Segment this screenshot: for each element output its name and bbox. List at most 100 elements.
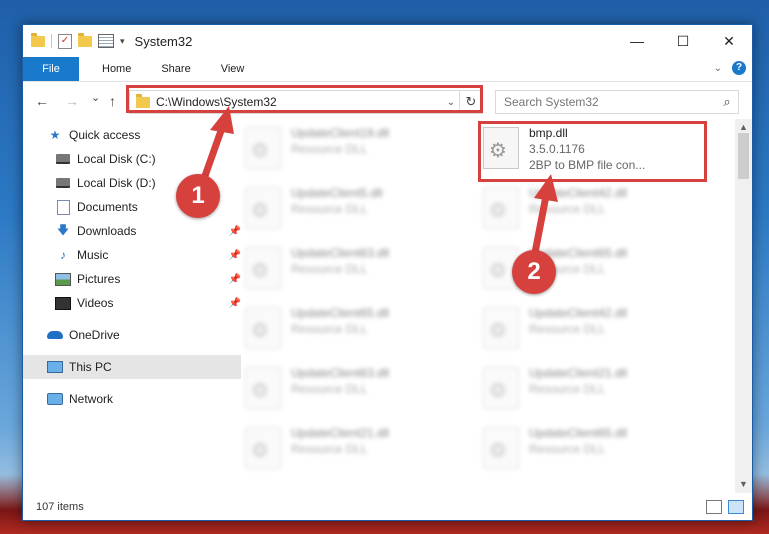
onedrive-icon (47, 328, 63, 342)
music-icon: ♪ (60, 248, 66, 262)
new-folder-icon[interactable] (78, 32, 92, 47)
sidebar-item-local-disk-c[interactable]: Local Disk (C:) (23, 147, 249, 171)
file-type: Resource DLL (291, 262, 368, 276)
file-tile[interactable]: UpdateClient19.dll Resource DLL (245, 125, 465, 179)
file-type: Resource DLL (529, 382, 606, 396)
file-explorer-window: ✓ ▾ System32 — ☐ ✕ File Home Share View … (22, 24, 753, 521)
sidebar-item-label: Videos (77, 296, 114, 310)
quick-access-toolbar: ✓ ▾ (23, 32, 125, 49)
navigation-pane: ★ Quick access Local Disk (C:) Local Dis… (23, 119, 241, 489)
disk-icon (55, 176, 71, 190)
search-input[interactable] (496, 94, 716, 110)
properties-icon[interactable] (98, 34, 114, 48)
tab-home[interactable]: Home (87, 57, 146, 81)
dll-file-icon (245, 127, 281, 169)
file-tile[interactable]: UpdateClient42.dll Resource DLL (483, 185, 703, 239)
maximize-button[interactable]: ☐ (660, 25, 706, 57)
file-tile[interactable]: UpdateClient21.dll Resource DLL (483, 365, 703, 419)
file-type: Resource DLL (291, 202, 368, 216)
sidebar-item-pictures[interactable]: Pictures 📌 (23, 267, 249, 291)
forward-button[interactable]: → (65, 93, 79, 109)
scroll-thumb[interactable] (738, 133, 749, 179)
details-view-icon[interactable] (706, 500, 722, 514)
refresh-button[interactable]: ↻ (459, 91, 482, 113)
file-tile-bmp-dll[interactable]: bmp.dll 3.5.0.1176 2BP to BMP file con..… (483, 125, 703, 179)
address-bar[interactable]: C:\Windows\System32 ⌄ ↻ (129, 90, 483, 114)
customize-toolbar-chevron-icon[interactable]: ▾ (120, 36, 125, 47)
file-name: UpdateClient21.dll (529, 366, 628, 380)
address-dropdown-icon[interactable]: ⌄ (443, 97, 459, 108)
disk-icon (55, 152, 71, 166)
back-button[interactable]: ← (35, 93, 49, 109)
scroll-down-arrow-icon[interactable]: ▼ (735, 476, 752, 493)
search-box[interactable]: ⌕ (495, 90, 739, 114)
sidebar-item-onedrive[interactable]: OneDrive (23, 323, 241, 347)
sidebar-item-label: Local Disk (C:) (77, 152, 156, 166)
properties-check-icon[interactable]: ✓ (58, 33, 72, 49)
file-name: UpdateClient65.dll (529, 426, 628, 440)
window-controls: — ☐ ✕ (614, 25, 752, 57)
window-title: System32 (134, 33, 193, 49)
sidebar-item-label: OneDrive (69, 328, 120, 342)
ribbon: File Home Share View ⌄ ? (23, 57, 752, 82)
sidebar-item-quick-access[interactable]: ★ Quick access (23, 123, 241, 147)
minimize-button[interactable]: — (614, 25, 660, 57)
ribbon-right: ⌄ ? (714, 61, 746, 75)
file-name: UpdateClient65.dll (291, 306, 390, 320)
sidebar-item-music[interactable]: ♪ Music 📌 (23, 243, 249, 267)
status-bar: 107 items (23, 495, 752, 519)
file-tile[interactable]: UpdateClient63.dll Resource DLL (245, 245, 465, 299)
sidebar-item-network[interactable]: Network (23, 387, 241, 411)
dll-file-icon (245, 187, 281, 229)
sidebar-item-label: Local Disk (D:) (77, 176, 156, 190)
vertical-scrollbar[interactable]: ▲ ▼ (735, 119, 752, 493)
file-name: UpdateClient19.dll (291, 126, 390, 140)
file-type: Resource DLL (529, 442, 606, 456)
search-icon: ⌕ (723, 94, 731, 109)
file-type: Resource DLL (291, 142, 368, 156)
sidebar-item-downloads[interactable]: 🡇 Downloads 📌 (23, 219, 249, 243)
tab-view[interactable]: View (206, 57, 260, 81)
help-icon[interactable]: ? (732, 61, 746, 75)
sidebar-item-label: Downloads (77, 224, 137, 238)
pictures-icon (55, 272, 71, 286)
file-name: UpdateClient21.dll (291, 426, 390, 440)
file-tile[interactable]: UpdateClient21.dll Resource DLL (245, 425, 465, 479)
address-path: C:\Windows\System32 (156, 95, 277, 109)
sidebar-item-label: This PC (69, 360, 112, 374)
file-tile[interactable]: UpdateClient65.dll Resource DLL (245, 305, 465, 359)
divider (51, 34, 52, 48)
sidebar-item-videos[interactable]: Videos 📌 (23, 291, 249, 315)
sidebar-item-this-pc[interactable]: This PC (23, 355, 241, 379)
file-type: Resource DLL (291, 322, 368, 336)
this-pc-icon (47, 360, 63, 374)
step-2-badge: 2 (512, 250, 556, 294)
folder-icon (136, 93, 150, 108)
file-tile[interactable]: UpdateClient63.dll Resource DLL (245, 365, 465, 419)
expand-ribbon-chevron-icon[interactable]: ⌄ (714, 63, 722, 74)
file-tile[interactable]: UpdateClient65.dll Resource DLL (483, 425, 703, 479)
file-name: UpdateClient63.dll (291, 246, 390, 260)
dll-file-icon (483, 127, 519, 169)
dll-file-icon (245, 367, 281, 409)
up-button[interactable]: ↑ (109, 93, 116, 109)
step-1-badge: 1 (176, 174, 220, 218)
folder-icon (31, 32, 45, 47)
large-icons-view-icon[interactable] (728, 500, 744, 514)
file-description: 2BP to BMP file con... (529, 158, 646, 172)
tab-share[interactable]: Share (146, 57, 205, 81)
recent-locations-button[interactable]: ⌄ (91, 91, 100, 104)
sidebar-item-label: Documents (77, 200, 138, 214)
close-button[interactable]: ✕ (706, 25, 752, 57)
file-type: Resource DLL (291, 382, 368, 396)
file-tile[interactable]: UpdateClient5.dll Resource DLL (245, 185, 465, 239)
file-tile[interactable]: UpdateClient42.dll Resource DLL (483, 305, 703, 359)
file-name: UpdateClient63.dll (291, 366, 390, 380)
sidebar-item-label: Pictures (77, 272, 121, 286)
navigation-bar: ← → ⌄ ↑ C:\Windows\System32 ⌄ ↻ ⌕ (23, 82, 752, 120)
tab-file[interactable]: File (23, 57, 79, 81)
network-icon (47, 392, 63, 406)
sidebar-item-label: Network (69, 392, 114, 406)
view-switcher (706, 500, 744, 514)
dll-file-icon (245, 247, 281, 289)
